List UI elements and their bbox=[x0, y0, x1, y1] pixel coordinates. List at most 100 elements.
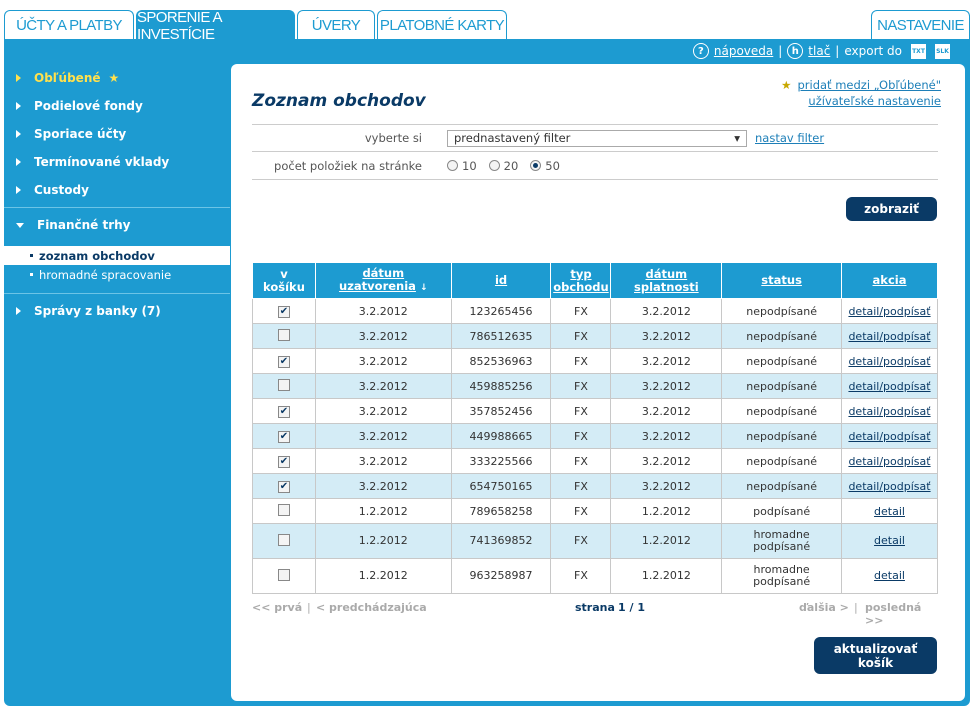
type-cell: FX bbox=[550, 448, 612, 474]
check-icon: ✔ bbox=[279, 481, 289, 492]
sidebar-item-funds[interactable]: Podielové fondy bbox=[4, 92, 230, 120]
filter-select[interactable]: prednastavený filter ▾ bbox=[447, 129, 747, 147]
id-cell: 789658258 bbox=[450, 498, 552, 524]
update-basket-button[interactable]: aktualizovať košík bbox=[814, 637, 937, 674]
sidebar-item-savings[interactable]: Sporiace účty bbox=[4, 120, 230, 148]
status-cell: nepodpísané bbox=[721, 423, 843, 449]
action-link[interactable]: detail/podpísať bbox=[848, 455, 930, 468]
sidebar-item-markets[interactable]: Finančné trhy bbox=[4, 211, 230, 239]
radio-icon bbox=[447, 160, 458, 171]
basket-checkbox[interactable]: ✔ bbox=[277, 306, 290, 318]
count-option-label: 20 bbox=[503, 158, 519, 173]
basket-checkbox[interactable] bbox=[277, 568, 290, 581]
user-settings-link[interactable]: užívateľské nastavenie bbox=[808, 94, 941, 108]
basket-checkbox[interactable] bbox=[277, 378, 290, 391]
trades-table: v košíku dátum uzatvorenia ↓ id typ obchodu… bbox=[252, 262, 938, 594]
sidebar-subitem-trades[interactable]: zoznam obchodov bbox=[4, 246, 230, 265]
basket-cell: ✔ bbox=[252, 473, 316, 499]
type-cell: FX bbox=[550, 298, 612, 324]
sidebar-item-favorites[interactable]: Obľúbené ★ bbox=[4, 64, 230, 92]
header-date-due[interactable]: dátum splatnosti bbox=[610, 262, 723, 299]
basket-checkbox[interactable]: ✔ bbox=[277, 456, 290, 468]
arrow-right-icon bbox=[16, 158, 21, 166]
tab-cards[interactable]: PLATOBNÉ KARTY bbox=[377, 10, 507, 40]
date-closed-cell: 3.2.2012 bbox=[314, 373, 452, 399]
header-type[interactable]: typ obchodu bbox=[550, 262, 612, 299]
table-body: ✔ 3.2.2012 123265456 FX 3.2.2012 nepodpísané d… bbox=[252, 298, 938, 594]
action-link[interactable]: detail/podpísať bbox=[848, 480, 930, 493]
date-due-cell: 1.2.2012 bbox=[610, 498, 723, 524]
tab-settings[interactable]: NASTAVENIE bbox=[871, 10, 970, 40]
export-slk-icon[interactable]: SLK bbox=[935, 43, 950, 59]
header-id[interactable]: id bbox=[450, 262, 552, 299]
status-cell: nepodpísané bbox=[721, 323, 843, 349]
action-link[interactable]: detail/podpísať bbox=[848, 430, 930, 443]
count-option-50[interactable]: 50 bbox=[530, 159, 560, 173]
app-root: ÚČTY A PLATBY SPORENIE A INVESTÍCIE ÚVER… bbox=[0, 0, 976, 708]
add-favorite-link[interactable]: pridať medzi „Obľúbené" bbox=[797, 78, 941, 92]
status-cell: nepodpísané bbox=[721, 448, 843, 474]
filter-label: vyberte si bbox=[364, 131, 422, 145]
basket-checkbox[interactable]: ✔ bbox=[277, 356, 290, 368]
star-icon: ★ bbox=[781, 78, 792, 92]
count-option-20[interactable]: 20 bbox=[488, 158, 519, 173]
help-icon[interactable]: ? bbox=[692, 43, 709, 59]
action-link[interactable]: detail bbox=[874, 569, 905, 582]
help-link[interactable]: nápoveda bbox=[714, 44, 773, 58]
sidebar-divider bbox=[4, 293, 230, 294]
arrow-right-icon bbox=[16, 130, 21, 138]
basket-checkbox[interactable]: ✔ bbox=[277, 406, 290, 418]
sidebar-item-messages[interactable]: Správy z banky (7) bbox=[4, 297, 230, 325]
show-button[interactable]: zobraziť bbox=[846, 197, 937, 221]
pager-next: ďalšia > bbox=[799, 601, 849, 614]
basket-checkbox[interactable]: ✔ bbox=[277, 431, 290, 443]
basket-checkbox[interactable]: ✔ bbox=[277, 481, 290, 493]
basket-cell: ✔ bbox=[252, 398, 316, 424]
tab-savings[interactable]: SPORENIE A INVESTÍCIE bbox=[136, 9, 295, 43]
header-action[interactable]: akcia bbox=[841, 262, 938, 299]
arrow-down-icon bbox=[16, 222, 24, 228]
basket-checkbox[interactable] bbox=[277, 533, 290, 546]
export-txt-icon[interactable]: TXT bbox=[911, 43, 926, 59]
sidebar-subitem-batch[interactable]: hromadné spracovanie bbox=[4, 265, 230, 284]
sidebar-subitem-label: hromadné spracovanie bbox=[39, 267, 172, 282]
action-link[interactable]: detail/podpísať bbox=[848, 405, 930, 418]
sidebar-item-deposits[interactable]: Termínované vklady bbox=[4, 148, 230, 176]
arrow-right-icon bbox=[16, 102, 21, 110]
print-link[interactable]: tlač bbox=[808, 44, 830, 58]
id-cell: 741369852 bbox=[450, 523, 552, 559]
print-icon[interactable]: h bbox=[787, 43, 804, 59]
action-link[interactable]: detail/podpísať bbox=[848, 355, 930, 368]
bullet-icon bbox=[30, 273, 33, 276]
tab-loans[interactable]: ÚVERY bbox=[297, 10, 375, 40]
header-date-closed[interactable]: dátum uzatvorenia ↓ bbox=[314, 262, 452, 299]
action-link[interactable]: detail/podpísať bbox=[848, 380, 930, 393]
date-due-cell: 3.2.2012 bbox=[610, 473, 723, 499]
table-row: ✔ 3.2.2012 852536963 FX 3.2.2012 nepodpísané d… bbox=[252, 348, 938, 374]
action-link[interactable]: detail/podpísať bbox=[848, 330, 930, 343]
header-status[interactable]: status bbox=[721, 262, 843, 299]
top-links: ★ pridať medzi „Obľúbené" užívateľské nas… bbox=[781, 77, 941, 109]
date-due-cell: 3.2.2012 bbox=[610, 348, 723, 374]
action-cell: detail/podpísať bbox=[841, 398, 938, 424]
action-link[interactable]: detail bbox=[874, 505, 905, 518]
table-row: ✔ 3.2.2012 123265456 FX 3.2.2012 nepodpísané d… bbox=[252, 298, 938, 324]
date-closed-cell: 1.2.2012 bbox=[314, 498, 452, 524]
status-cell: nepodpísané bbox=[721, 473, 843, 499]
count-option-label: 50 bbox=[545, 158, 560, 173]
action-link[interactable]: detail/podpísať bbox=[848, 305, 930, 318]
status-cell: podpísané bbox=[721, 498, 843, 524]
action-cell: detail bbox=[841, 558, 938, 594]
basket-cell: ✔ bbox=[252, 423, 316, 449]
action-link[interactable]: detail bbox=[874, 534, 905, 547]
basket-checkbox[interactable] bbox=[277, 503, 290, 516]
set-filter-link[interactable]: nastav filter bbox=[755, 131, 824, 145]
sidebar-item-custody[interactable]: Custody bbox=[4, 176, 230, 204]
tab-accounts[interactable]: ÚČTY A PLATBY bbox=[4, 10, 134, 40]
action-cell: detail/podpísať bbox=[841, 473, 938, 499]
basket-checkbox[interactable] bbox=[277, 328, 290, 341]
main-panel: Zoznam obchodov ★ pridať medzi „Obľúbené"… bbox=[231, 64, 965, 701]
type-cell: FX bbox=[550, 373, 612, 399]
count-option-10[interactable]: 10 bbox=[447, 159, 477, 173]
type-cell: FX bbox=[550, 473, 612, 499]
